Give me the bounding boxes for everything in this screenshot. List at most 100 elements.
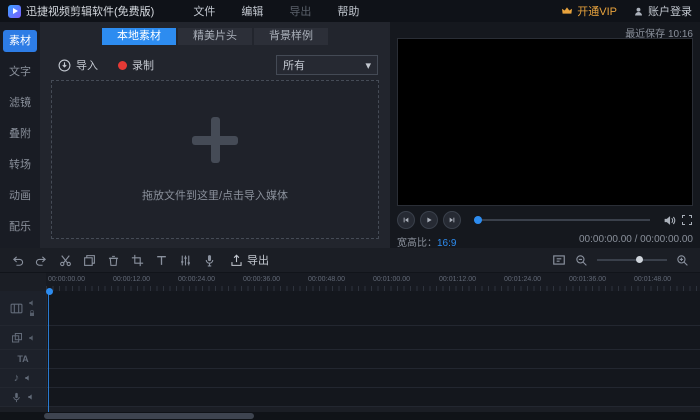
media-filter-dropdown[interactable]: 所有 ▾ — [276, 55, 378, 75]
music-track-header[interactable]: ♪ — [0, 369, 47, 387]
ruler-label: 00:01:48.00 — [634, 276, 671, 283]
sidebar-item-overlay[interactable]: 叠附 — [3, 123, 37, 145]
media-filter-value: 所有 — [283, 60, 305, 72]
zoom-slider[interactable] — [597, 256, 667, 263]
voice-track-header[interactable] — [0, 388, 47, 406]
aspect-ratio: 宽高比：16:9 — [397, 234, 456, 249]
preview-panel: 最近保存 10:16 宽高比：16:9 00:00:00.00 / 00:00:… — [390, 22, 700, 249]
sidebar-item-music[interactable]: 配乐 — [3, 216, 37, 238]
timecode: 00:00:00.00 / 00:00:00.00 — [579, 234, 693, 245]
video-track-header[interactable] — [0, 291, 47, 325]
zoom-slider-handle[interactable] — [635, 256, 643, 263]
sidebar-item-media[interactable]: 素材 — [3, 30, 37, 52]
tab-local-media[interactable]: 本地素材 — [102, 28, 176, 45]
volume-icon[interactable] — [663, 214, 676, 227]
drop-hint-text: 拖放文件到这里/点击导入媒体 — [141, 189, 289, 202]
menu-edit[interactable]: 编辑 — [241, 3, 263, 19]
crop-icon[interactable] — [130, 253, 145, 268]
text-track-icon: TA — [17, 354, 29, 364]
open-vip-label: 开通VIP — [577, 6, 617, 18]
ruler-label: 00:00:00.00 — [48, 276, 85, 283]
scrollbar-thumb[interactable] — [44, 413, 254, 419]
titlebar: 迅捷视频剪辑软件(免费版) 文件 编辑 导出 帮助 开通VIP 账户登录 — [0, 0, 700, 22]
text-track[interactable]: TA — [0, 350, 700, 369]
record-icon — [118, 60, 127, 70]
overlay-track-header[interactable] — [0, 326, 47, 349]
tab-intro-templates[interactable]: 精美片头 — [178, 28, 252, 45]
video-track[interactable] — [0, 291, 700, 326]
play-button[interactable] — [420, 211, 438, 229]
track-mute-icon[interactable] — [28, 334, 36, 342]
menu-file[interactable]: 文件 — [193, 3, 215, 19]
account-login-button[interactable]: 账户登录 — [633, 3, 692, 19]
text-tool-icon[interactable] — [154, 253, 169, 268]
text-track-header[interactable]: TA — [0, 350, 47, 368]
media-drop-area[interactable]: 拖放文件到这里/点击导入媒体 — [51, 80, 379, 239]
app-title: 迅捷视频剪辑软件(免费版) — [26, 6, 155, 18]
timeline-horizontal-scrollbar[interactable] — [0, 412, 700, 420]
app-window: 迅捷视频剪辑软件(免费版) 文件 编辑 导出 帮助 开通VIP 账户登录 素材 — [0, 0, 700, 420]
menu-export[interactable]: 导出 — [289, 3, 311, 19]
track-mute-icon[interactable] — [24, 374, 32, 382]
record-button[interactable]: 录制 — [118, 57, 154, 73]
account-login-label: 账户登录 — [648, 6, 692, 18]
timeline-ruler[interactable]: 00:00:00.00 00:00:12.00 00:00:24.00 00:0… — [46, 273, 700, 295]
menu-help[interactable]: 帮助 — [337, 3, 359, 19]
undo-icon[interactable] — [10, 253, 25, 268]
ruler-label: 00:01:00.00 — [373, 276, 410, 283]
track-mute-icon[interactable] — [28, 299, 36, 307]
zoom-in-icon[interactable] — [675, 253, 690, 268]
split-scissors-icon[interactable] — [58, 253, 73, 268]
sidebar-item-animation[interactable]: 动画 — [3, 185, 37, 207]
mic-icon — [11, 392, 22, 403]
zoom-out-icon[interactable] — [574, 253, 589, 268]
record-label: 录制 — [132, 60, 154, 72]
media-panel: 本地素材 精美片头 背景样例 导入 录制 所有 ▾ 拖放文件到这里/点击导入媒体 — [40, 22, 390, 248]
ruler-label: 00:00:36.00 — [243, 276, 280, 283]
text-track-lane[interactable] — [47, 350, 700, 368]
track-mute-icon[interactable] — [27, 393, 35, 401]
previous-frame-button[interactable] — [397, 211, 415, 229]
timeline-toolbar: 导出 — [0, 248, 700, 273]
video-track-lane[interactable] — [47, 291, 700, 325]
export-button[interactable]: 导出 — [230, 252, 269, 268]
fit-timeline-icon[interactable] — [551, 253, 566, 268]
sidebar-item-transition[interactable]: 转场 — [3, 154, 37, 176]
playhead-handle[interactable] — [46, 288, 53, 295]
import-button[interactable]: 导入 — [58, 57, 98, 73]
media-toolbar: 导入 录制 所有 ▾ — [58, 55, 378, 75]
redo-icon[interactable] — [34, 253, 49, 268]
playhead-line[interactable] — [48, 291, 49, 412]
sidebar-item-text[interactable]: 文字 — [3, 61, 37, 83]
music-track-lane[interactable] — [47, 369, 700, 387]
track-lock-icon[interactable] — [28, 309, 36, 317]
preview-info-row: 宽高比：16:9 00:00:00.00 / 00:00:00.00 — [397, 234, 693, 249]
sidebar-item-filter[interactable]: 滤镜 — [3, 92, 37, 114]
ruler-label: 00:00:48.00 — [308, 276, 345, 283]
chevron-down-icon: ▾ — [365, 59, 371, 72]
tab-background-samples[interactable]: 背景样例 — [254, 28, 328, 45]
seek-bar[interactable] — [474, 216, 650, 224]
export-icon — [230, 254, 243, 267]
timeline-tracks: TA ♪ — [0, 291, 700, 412]
voice-track-lane[interactable] — [47, 388, 700, 406]
overlay-track[interactable] — [0, 326, 700, 350]
music-track[interactable]: ♪ — [0, 369, 700, 388]
seek-handle[interactable] — [474, 216, 482, 224]
next-frame-button[interactable] — [443, 211, 461, 229]
microphone-icon[interactable] — [202, 253, 217, 268]
export-label: 导出 — [247, 255, 269, 267]
main-area: 素材 文字 滤镜 叠附 转场 动画 配乐 本地素材 精美片头 背景样例 导入 录… — [0, 22, 700, 249]
voice-track[interactable] — [0, 388, 700, 407]
fullscreen-icon[interactable] — [681, 214, 693, 226]
copy-icon[interactable] — [82, 253, 97, 268]
sidebar: 素材 文字 滤镜 叠附 转场 动画 配乐 — [0, 22, 40, 248]
media-tabs: 本地素材 精美片头 背景样例 — [40, 28, 390, 45]
film-icon — [10, 302, 23, 315]
delete-icon[interactable] — [106, 253, 121, 268]
audio-mixer-icon[interactable] — [178, 253, 193, 268]
last-saved-text: 最近保存 10:16 — [625, 29, 693, 40]
open-vip-button[interactable]: 开通VIP — [561, 3, 617, 19]
overlay-track-lane[interactable] — [47, 326, 700, 349]
import-label: 导入 — [76, 60, 98, 72]
